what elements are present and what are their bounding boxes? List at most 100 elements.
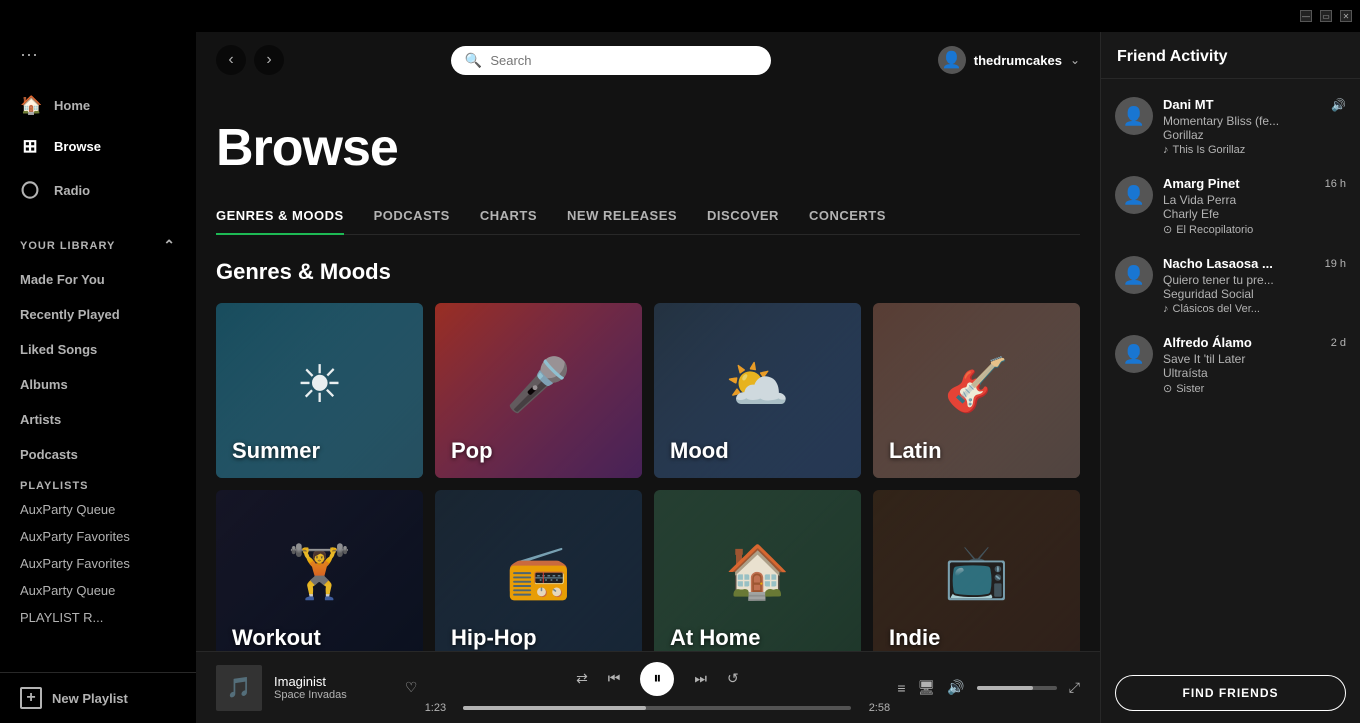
friend-item-alfredo[interactable]: 👤 Alfredo Álamo 2 d Save It 'til Later U… (1101, 325, 1360, 405)
sidebar-item-made-for-you[interactable]: Made For You (0, 262, 196, 297)
genre-label-home: At Home (670, 625, 760, 651)
queue-icon[interactable]: ≡ (897, 680, 905, 696)
volume-icon[interactable]: 🔊 (947, 679, 964, 696)
tabs-bar: GENRES & MOODS PODCASTS CHARTS NEW RELEA… (216, 198, 1080, 235)
friend-activity-title: Friend Activity (1101, 32, 1360, 79)
pop-icon: 🎤 (506, 354, 571, 415)
library-chevron-icon[interactable]: ⌃ (163, 237, 176, 254)
genre-grid: ☀ Summer 🎤 Pop ⛅ Mood 🎸 Latin (216, 303, 1080, 651)
play-pause-button[interactable]: ⏸ (640, 662, 674, 696)
tab-charts[interactable]: CHARTS (480, 198, 537, 235)
next-button[interactable]: ⏭ (694, 670, 707, 687)
close-button[interactable]: ✕ (1340, 10, 1352, 22)
sidebar-item-browse[interactable]: ⊞ Browse (0, 126, 196, 167)
tab-genres-moods[interactable]: GENRES & MOODS (216, 198, 344, 235)
genre-card-summer[interactable]: ☀ Summer (216, 303, 423, 478)
sidebar-item-radio[interactable]: 〇 Radio (0, 167, 196, 213)
user-area[interactable]: 👤 thedrumcakes ⌄ (938, 46, 1080, 74)
playlist-item-3[interactable]: AuxParty Favorites (0, 550, 196, 577)
friend-item-dani-mt[interactable]: 👤 Dani MT 🔊 Momentary Bliss (fe... Goril… (1101, 87, 1360, 166)
genre-label-latin: Latin (889, 438, 942, 464)
new-playlist-label: New Playlist (52, 691, 128, 706)
sidebar-item-label-home: Home (54, 98, 90, 113)
genre-card-indie[interactable]: 📺 Indie (873, 490, 1080, 651)
section-title: Genres & Moods (216, 259, 1080, 285)
progress-bar[interactable] (463, 706, 851, 710)
artist-name: Space Invadas (274, 689, 393, 701)
hiphop-icon: 📻 (506, 541, 571, 602)
friend-activity-panel: Friend Activity 👤 Dani MT 🔊 Momentary Bl… (1100, 32, 1360, 723)
friend-info-alfredo: Alfredo Álamo 2 d Save It 'til Later Ult… (1163, 335, 1346, 395)
friend-name-nacho: Nacho Lasaosa ... (1163, 256, 1273, 271)
workout-icon: 🏋 (287, 541, 352, 602)
player-right-controls: ≡ 🖥 🔊 ⤢ (897, 679, 1080, 696)
sidebar-item-liked-songs[interactable]: Liked Songs (0, 332, 196, 367)
search-bar[interactable]: 🔍 (451, 46, 771, 75)
playlist-item-2[interactable]: AuxParty Favorites (0, 523, 196, 550)
friend-info-nacho: Nacho Lasaosa ... 19 h Quiero tener tu p… (1163, 256, 1346, 315)
friend-item-nacho[interactable]: 👤 Nacho Lasaosa ... 19 h Quiero tener tu… (1101, 246, 1360, 325)
shuffle-button[interactable]: ⇄ (576, 670, 588, 687)
browse-header: Browse (216, 88, 1080, 198)
podcasts-label: Podcasts (20, 447, 78, 462)
playlist-note-icon-2: ♪ (1163, 303, 1169, 315)
friend-avatar-dani-mt: 👤 (1115, 97, 1153, 135)
playlists-section-header: PLAYLISTS (0, 472, 196, 496)
sidebar-item-albums[interactable]: Albums (0, 367, 196, 402)
mood-icon: ⛅ (725, 354, 790, 415)
genre-label-pop: Pop (451, 438, 493, 464)
genre-card-mood[interactable]: ⛅ Mood (654, 303, 861, 478)
tab-discover[interactable]: DISCOVER (707, 198, 779, 235)
playlist-item-4[interactable]: AuxParty Queue (0, 577, 196, 604)
genre-card-hiphop[interactable]: 📻 Hip-Hop (435, 490, 642, 651)
library-items: Made For You Recently Played Liked Songs… (0, 262, 196, 672)
tab-new-releases[interactable]: NEW RELEASES (567, 198, 677, 235)
browse-icon: ⊞ (20, 136, 40, 157)
circle-play-icon: ⊙ (1163, 223, 1172, 236)
previous-button[interactable]: ⏮ (608, 670, 621, 687)
app-layout: ··· 🏠 Home ⊞ Browse 〇 Radio YOUR LIBRARY… (0, 32, 1360, 723)
friend-artist-nacho: Seguridad Social (1163, 287, 1346, 301)
tab-concerts[interactable]: CONCERTS (809, 198, 886, 235)
genre-card-pop[interactable]: 🎤 Pop (435, 303, 642, 478)
maximize-button[interactable]: ▭ (1320, 10, 1332, 22)
genre-card-workout[interactable]: 🏋 Workout (216, 490, 423, 651)
artists-label: Artists (20, 412, 61, 427)
avatar: 👤 (938, 46, 966, 74)
fullscreen-button[interactable]: ⤢ (1069, 679, 1080, 696)
repeat-button[interactable]: ↺ (727, 670, 739, 687)
friend-track-amarg: La Vida Perra (1163, 193, 1346, 207)
sidebar-menu-dots[interactable]: ··· (0, 32, 196, 77)
sidebar-item-label-browse: Browse (54, 139, 101, 154)
device-icon[interactable]: 🖥 (918, 679, 936, 696)
friend-artist-alfredo: Ultraísta (1163, 366, 1346, 380)
friend-playlist-row-alfredo: ⊙ Sister (1163, 382, 1346, 395)
like-button[interactable]: ♡ (405, 679, 418, 696)
genre-card-at-home[interactable]: 🏠 At Home (654, 490, 861, 651)
sidebar-item-podcasts[interactable]: Podcasts (0, 437, 196, 472)
sidebar: ··· 🏠 Home ⊞ Browse 〇 Radio YOUR LIBRARY… (0, 32, 196, 723)
friend-item-amarg-pinet[interactable]: 👤 Amarg Pinet 16 h La Vida Perra Charly … (1101, 166, 1360, 246)
forward-button[interactable]: › (254, 45, 284, 75)
sidebar-item-home[interactable]: 🏠 Home (0, 85, 196, 126)
main-area: ‹ › 🔍 👤 thedrumcakes ⌄ Browse GENRES & M (196, 32, 1100, 723)
playlist-item-5[interactable]: PLAYLIST R... (0, 604, 196, 631)
sidebar-item-recently-played[interactable]: Recently Played (0, 297, 196, 332)
friend-time-nacho: 19 h (1325, 258, 1346, 270)
minimize-button[interactable]: — (1300, 10, 1312, 22)
friend-track-nacho: Quiero tener tu pre... (1163, 273, 1346, 287)
friend-name-row-nacho: Nacho Lasaosa ... 19 h (1163, 256, 1346, 271)
friend-time-amarg: 16 h (1325, 178, 1346, 190)
volume-bar[interactable] (977, 686, 1057, 690)
genre-card-latin[interactable]: 🎸 Latin (873, 303, 1080, 478)
find-friends-button[interactable]: FIND FRIENDS (1115, 675, 1346, 711)
back-button[interactable]: ‹ (216, 45, 246, 75)
search-input[interactable] (490, 53, 757, 68)
new-playlist-button[interactable]: + New Playlist (0, 672, 196, 723)
browse-content: Browse GENRES & MOODS PODCASTS CHARTS NE… (196, 88, 1100, 651)
playlist-item-1[interactable]: AuxParty Queue (0, 496, 196, 523)
liked-songs-label: Liked Songs (20, 342, 97, 357)
friend-name-row-alfredo: Alfredo Álamo 2 d (1163, 335, 1346, 350)
sidebar-item-artists[interactable]: Artists (0, 402, 196, 437)
tab-podcasts[interactable]: PODCASTS (374, 198, 450, 235)
